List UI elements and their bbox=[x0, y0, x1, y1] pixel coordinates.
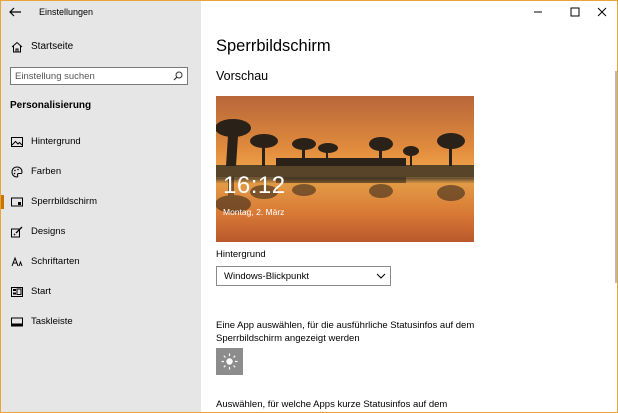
sidebar-item-farben[interactable]: Farben bbox=[1, 161, 201, 183]
close-icon[interactable] bbox=[592, 4, 612, 20]
quick-status-description: Auswählen, für welche Apps kurze Statusi… bbox=[216, 399, 448, 410]
background-dropdown-value: Windows-Blickpunkt bbox=[224, 271, 309, 282]
minimize-icon[interactable] bbox=[528, 4, 548, 20]
start-icon bbox=[11, 287, 23, 297]
section-title: Personalisierung bbox=[10, 100, 92, 111]
preview-image bbox=[216, 96, 474, 242]
status-app-description: Eine App auswählen, für die ausführliche… bbox=[216, 320, 475, 344]
sidebar-item-label: Start bbox=[31, 286, 52, 297]
lockscreen-time: 16:12 bbox=[223, 172, 286, 199]
sidebar-item-label: Farben bbox=[31, 166, 62, 177]
search-box[interactable] bbox=[10, 67, 188, 85]
sidebar-item-label: Designs bbox=[31, 226, 66, 237]
lockscreen-icon bbox=[11, 197, 23, 207]
sidebar-item-label: Taskleiste bbox=[31, 316, 73, 327]
sidebar-item-label: Sperrbildschirm bbox=[31, 196, 97, 207]
chevron-down-icon bbox=[376, 273, 386, 279]
home-icon bbox=[11, 41, 23, 53]
back-arrow-icon[interactable] bbox=[7, 5, 23, 19]
brush-icon bbox=[11, 226, 23, 238]
background-label: Hintergrund bbox=[216, 249, 266, 260]
background-dropdown[interactable]: Windows-Blickpunkt bbox=[216, 266, 391, 286]
title-bar: Einstellungen bbox=[1, 1, 201, 23]
sidebar-item-home[interactable]: Startseite bbox=[1, 37, 201, 57]
status-app-button[interactable] bbox=[216, 348, 243, 375]
lockscreen-preview: 16:12 Montag, 2. März bbox=[216, 96, 474, 242]
search-icon[interactable] bbox=[173, 71, 183, 81]
sidebar-item-start[interactable]: Start bbox=[1, 281, 201, 303]
sidebar-item-designs[interactable]: Designs bbox=[1, 221, 201, 243]
sidebar: Einstellungen Startseite Personalisierun… bbox=[1, 1, 201, 412]
scrollbar[interactable] bbox=[615, 71, 617, 283]
sidebar-item-hintergrund[interactable]: Hintergrund bbox=[1, 131, 201, 153]
home-label: Startseite bbox=[31, 41, 74, 52]
search-input[interactable] bbox=[15, 69, 165, 83]
preview-heading: Vorschau bbox=[216, 69, 269, 83]
sidebar-item-label: Hintergrund bbox=[31, 136, 81, 147]
window-title: Einstellungen bbox=[39, 7, 94, 17]
sidebar-item-schriftarten[interactable]: Schriftarten bbox=[1, 251, 201, 273]
taskbar-icon bbox=[11, 317, 23, 327]
sidebar-item-taskleiste[interactable]: Taskleiste bbox=[1, 311, 201, 333]
sidebar-item-sperrbildschirm[interactable]: Sperrbildschirm bbox=[1, 191, 201, 213]
main-content: Sperrbildschirm Vorschau 16:12 Montag, 2… bbox=[201, 1, 617, 412]
maximize-icon[interactable] bbox=[565, 4, 585, 20]
sidebar-item-label: Schriftarten bbox=[31, 256, 80, 267]
palette-icon bbox=[11, 166, 23, 178]
settings-window: Einstellungen Startseite Personalisierun… bbox=[0, 0, 618, 413]
picture-icon bbox=[11, 137, 23, 147]
brightness-icon bbox=[221, 353, 238, 370]
lockscreen-date: Montag, 2. März bbox=[223, 207, 285, 217]
font-icon bbox=[11, 256, 23, 267]
page-title: Sperrbildschirm bbox=[216, 37, 331, 55]
